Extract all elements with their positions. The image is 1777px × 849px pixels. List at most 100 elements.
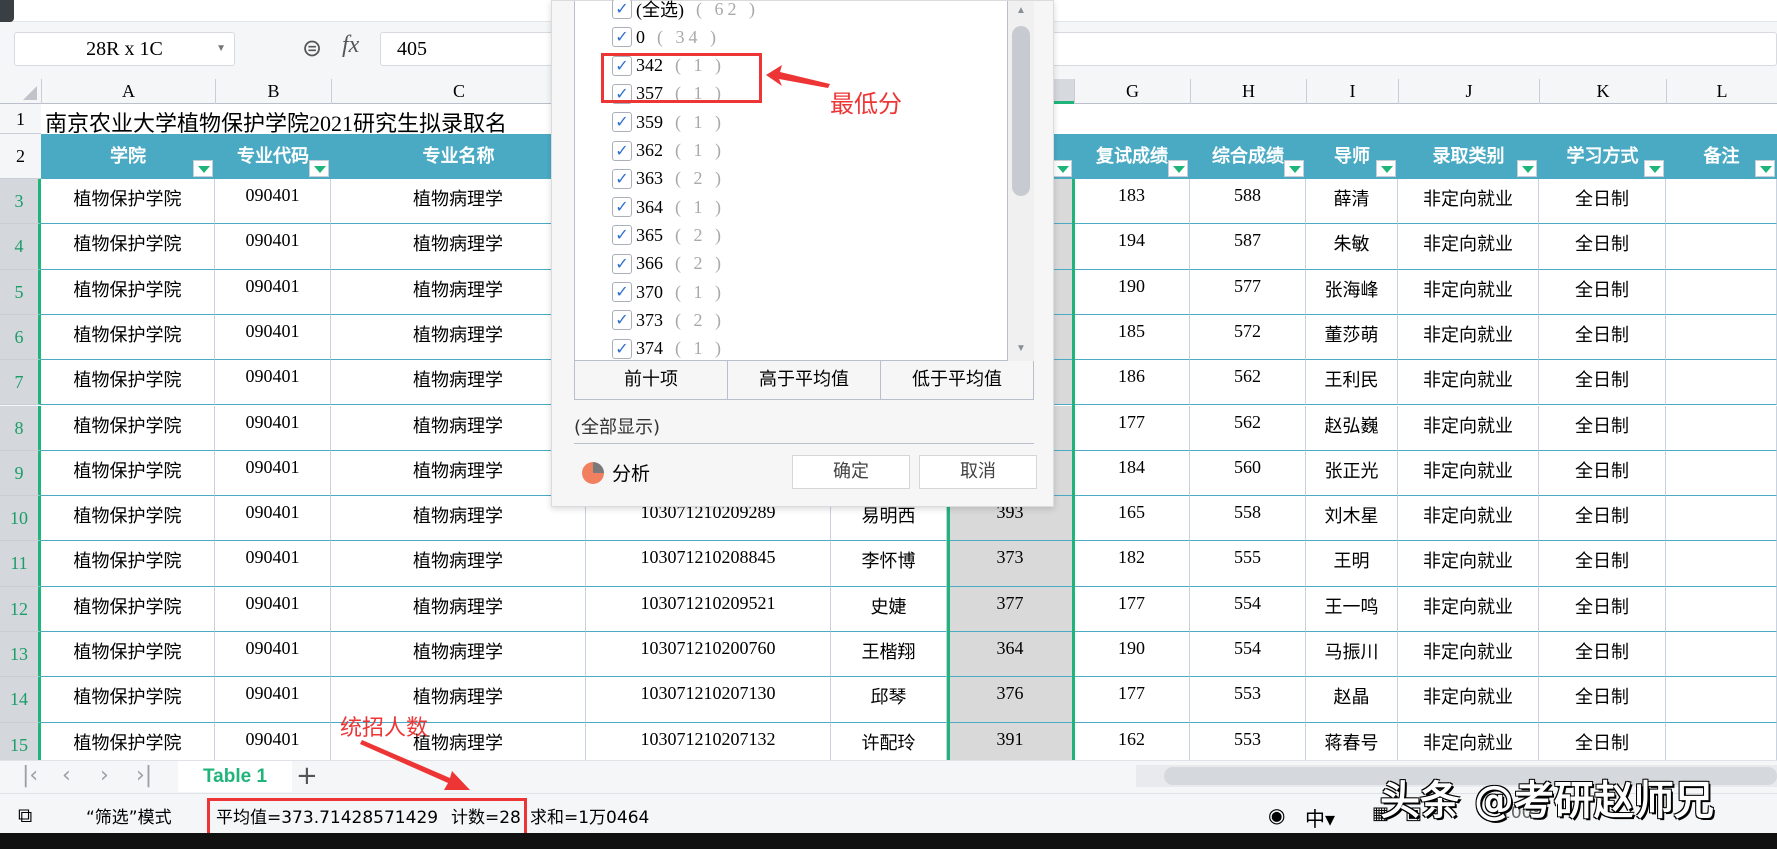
row-header[interactable]: 11 (0, 541, 41, 587)
cell-study-mode[interactable]: 全日制 (1539, 586, 1666, 632)
filter-item[interactable]: ✓ 366 ( 2 ) (612, 252, 725, 276)
cell-total-score[interactable]: 588 (1190, 179, 1306, 225)
checkbox-checked-icon[interactable]: ✓ (612, 197, 632, 218)
filter-item[interactable]: ✓ 359 ( 1 ) (612, 110, 725, 134)
cell-name[interactable]: 李怀博 (831, 541, 947, 587)
row-header[interactable]: 3 (0, 179, 41, 225)
filter-item[interactable]: ✓ 370 ( 1 ) (612, 280, 725, 304)
cell-major-name[interactable]: 植物病理学 (331, 269, 586, 315)
cell-college[interactable]: 植物保护学院 (41, 224, 215, 270)
scroll-up-icon[interactable]: ▲ (1016, 5, 1026, 16)
cell-candidate-id[interactable]: 103071210207130 (586, 677, 831, 723)
cell-remarks[interactable] (1666, 360, 1777, 406)
filter-dropdown-icon[interactable] (1168, 160, 1188, 177)
cell-college[interactable]: 植物保护学院 (41, 179, 215, 225)
cell-major-name[interactable]: 植物病理学 (331, 632, 586, 678)
cell-retest-score[interactable]: 186 (1074, 360, 1190, 406)
zoom-search-icon[interactable]: ⊜ (302, 34, 322, 62)
cell-total-score[interactable]: 560 (1190, 450, 1306, 497)
scrollbar-thumb[interactable] (1012, 26, 1030, 196)
cell-college[interactable]: 植物保护学院 (41, 360, 215, 406)
analyze-button[interactable]: 分析 (582, 459, 650, 486)
cell-admission-type[interactable]: 非定向就业 (1398, 224, 1539, 270)
cell-advisor[interactable]: 马振川 (1306, 632, 1398, 678)
cell-study-mode[interactable]: 全日制 (1539, 405, 1666, 451)
cell-total-score[interactable]: 553 (1190, 677, 1306, 723)
cell-total-score[interactable]: 572 (1190, 314, 1306, 361)
row-header[interactable]: 4 (0, 224, 41, 270)
cell-major-name[interactable]: 植物病理学 (331, 360, 586, 406)
cell-advisor[interactable]: 王一鸣 (1306, 586, 1398, 632)
cell-remarks[interactable] (1666, 405, 1777, 451)
cell-retest-score[interactable]: 165 (1074, 496, 1190, 542)
filter-item[interactable]: ✓ 0 ( 34 ) (612, 25, 720, 49)
cell-study-mode[interactable]: 全日制 (1539, 360, 1666, 406)
cell-major-code[interactable]: 090401 (215, 450, 331, 497)
cell-retest-score[interactable]: 190 (1074, 269, 1190, 315)
cell-college[interactable]: 植物保护学院 (41, 269, 215, 315)
cell-advisor[interactable]: 薛清 (1306, 179, 1398, 225)
checkbox-checked-icon[interactable]: ✓ (612, 112, 632, 133)
cell-study-mode[interactable]: 全日制 (1539, 677, 1666, 723)
above-average-button[interactable]: 高于平均值 (728, 361, 881, 399)
row-header[interactable]: 12 (0, 586, 41, 632)
cell-major-name[interactable]: 植物病理学 (331, 405, 586, 451)
cell-remarks[interactable] (1666, 224, 1777, 270)
sheet-tab[interactable]: Table 1 (178, 761, 292, 792)
cell-retest-score[interactable]: 177 (1074, 677, 1190, 723)
cancel-button[interactable]: 取消 (919, 455, 1037, 489)
cell-remarks[interactable] (1666, 677, 1777, 723)
cell-remarks[interactable] (1666, 269, 1777, 315)
cell-major-code[interactable]: 090401 (215, 360, 331, 406)
cell-major-code[interactable]: 090401 (215, 269, 331, 315)
cell-study-mode[interactable]: 全日制 (1539, 314, 1666, 361)
cell-candidate-id[interactable]: 103071210200760 (586, 632, 831, 678)
cell-admission-type[interactable]: 非定向就业 (1398, 179, 1539, 225)
cell-retest-score[interactable]: 182 (1074, 541, 1190, 587)
cell-college[interactable]: 植物保护学院 (41, 496, 215, 542)
cell-total-score[interactable]: 577 (1190, 269, 1306, 315)
cell-college[interactable]: 植物保护学院 (41, 677, 215, 723)
cell-name[interactable]: 邱琴 (831, 677, 947, 723)
top-ten-button[interactable]: 前十项 (575, 361, 728, 399)
checkbox-checked-icon[interactable]: ✓ (612, 253, 632, 274)
checkbox-checked-icon[interactable]: ✓ (612, 27, 632, 48)
cell-remarks[interactable] (1666, 314, 1777, 361)
cell-retest-score[interactable]: 190 (1074, 632, 1190, 678)
checkbox-checked-icon[interactable]: ✓ (612, 338, 632, 359)
cell-major-code[interactable]: 090401 (215, 179, 331, 225)
column-header-H[interactable]: H (1190, 79, 1306, 104)
cell-major-name[interactable]: 植物病理学 (331, 314, 586, 361)
cell-study-mode[interactable]: 全日制 (1539, 224, 1666, 270)
row-header[interactable]: 5 (0, 269, 41, 315)
cell-remarks[interactable] (1666, 450, 1777, 497)
cell-admission-type[interactable]: 非定向就业 (1398, 496, 1539, 542)
column-header-I[interactable]: I (1306, 79, 1398, 104)
cell-candidate-id[interactable]: 103071210209521 (586, 586, 831, 632)
column-header-J[interactable]: J (1398, 79, 1539, 104)
cell-major-name[interactable]: 植物病理学 (331, 450, 586, 497)
cell-candidate-id[interactable]: 103071210207132 (586, 722, 831, 760)
last-sheet-icon[interactable]: ›| (136, 763, 152, 788)
column-header-B[interactable]: B (215, 79, 331, 104)
column-header-G[interactable]: G (1074, 79, 1190, 104)
first-sheet-icon[interactable]: |‹ (22, 763, 38, 788)
row-header[interactable]: 6 (0, 314, 41, 361)
cell-admission-type[interactable]: 非定向就业 (1398, 269, 1539, 315)
row-header[interactable]: 2 (0, 134, 41, 179)
filter-dropdown-icon[interactable] (1755, 160, 1775, 177)
cell-major-code[interactable]: 090401 (215, 541, 331, 587)
filter-dropdown-icon[interactable] (1052, 160, 1072, 177)
cell-college[interactable]: 植物保护学院 (41, 405, 215, 451)
view-layout-icon[interactable]: 中▾ (1305, 803, 1335, 832)
cell-college[interactable]: 植物保护学院 (41, 586, 215, 632)
cell-major-code[interactable]: 090401 (215, 722, 331, 760)
below-average-button[interactable]: 低于平均值 (881, 361, 1033, 399)
cell-retest-score[interactable]: 162 (1074, 722, 1190, 760)
cell-advisor[interactable]: 刘木星 (1306, 496, 1398, 542)
cell-college[interactable]: 植物保护学院 (41, 541, 215, 587)
cell-retest-score[interactable]: 177 (1074, 586, 1190, 632)
cell-study-mode[interactable]: 全日制 (1539, 632, 1666, 678)
cell-major-code[interactable]: 090401 (215, 632, 331, 678)
cell-retest-score[interactable]: 194 (1074, 224, 1190, 270)
